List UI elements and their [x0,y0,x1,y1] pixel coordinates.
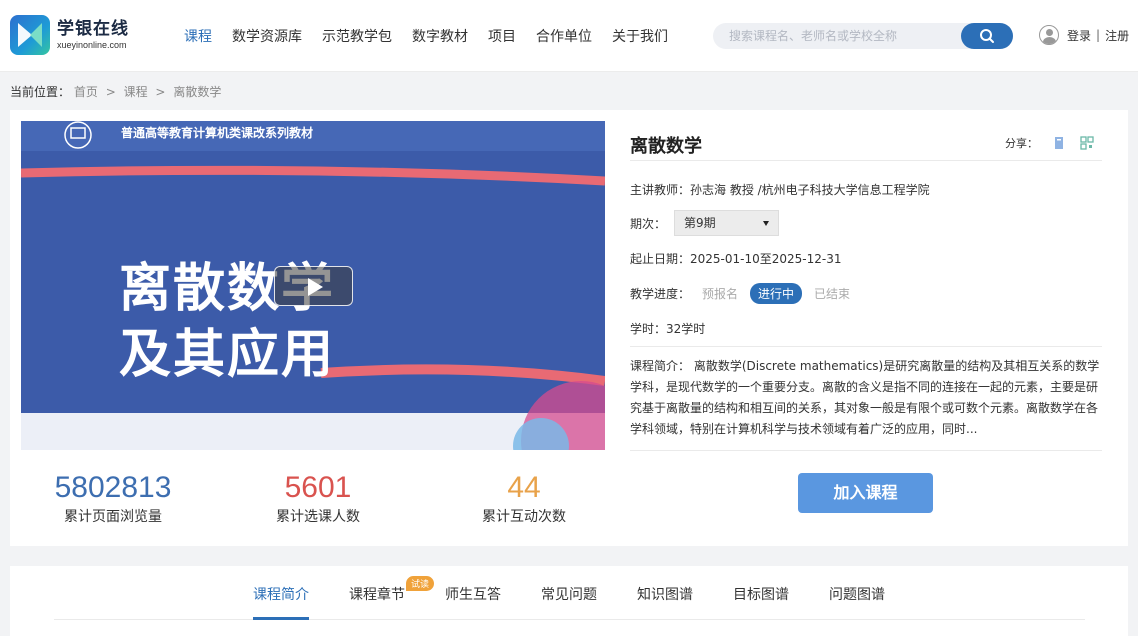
stat-label: 累计选课人数 [276,509,360,525]
search-input[interactable] [729,23,969,49]
course-title: 离散数学 [630,136,702,157]
qrcode-icon[interactable] [1080,136,1094,150]
stat-label: 累计页面浏览量 [64,509,162,525]
course-tabs-card: 课程简介 课程章节 试读 师生互答 常见问题 知识图谱 目标图谱 问题图谱 [10,566,1128,636]
nav-item-teaching-packages[interactable]: 示范教学包 [322,26,392,46]
title-row: 离散数学 分享： [630,129,1102,161]
period-row: 期次： 第9期 [630,210,780,236]
course-teacher: 主讲教师：孙志海 教授 /杭州电子科技大学信息工程学院 [630,183,930,197]
logo-mark-icon [10,15,50,55]
stat-value: 5802813 [54,471,172,504]
tabs-divider [54,619,1085,620]
progress-in-progress: 进行中 [750,283,803,304]
tab-knowledge-graph[interactable]: 知识图谱 [637,584,693,604]
logo-domain: xueyinonline.com [57,40,127,50]
share-bar: 分享： [1005,135,1094,151]
trial-badge: 试读 [406,576,435,591]
search-button[interactable] [961,23,1013,49]
breadcrumb-current: 离散数学 [173,85,222,99]
period-label: 期次： [630,216,667,231]
cover-banner-text: 普通高等教育计算机类课改系列教材 [121,126,314,140]
active-tab-indicator [253,617,309,620]
period-select[interactable]: 第9期 [674,210,780,236]
course-tabs: 课程简介 课程章节 试读 师生互答 常见问题 知识图谱 目标图谱 问题图谱 [10,566,1128,622]
register-link[interactable]: 注册 [1105,27,1129,44]
course-hours: 学时：32学时 [630,322,706,336]
course-dates: 起止日期：2025-01-10至2025-12-31 [630,252,842,266]
progress-row: 教学进度： 预报名 进行中 已结束 [630,283,850,304]
stat-enrollments: 5601 累计选课人数 [218,468,418,526]
login-separator: | [1096,28,1101,42]
nav-item-partners[interactable]: 合作单位 [536,26,592,46]
nav-item-projects[interactable]: 项目 [488,26,516,46]
nav-item-math-resources[interactable]: 数学资源库 [232,26,302,46]
breadcrumb-home[interactable]: 首页 [74,85,98,99]
progress-ended: 已结束 [814,287,851,301]
cover-title-line2: 及其应用 [119,325,336,385]
nav-item-digital-textbooks[interactable]: 数字教材 [412,26,468,46]
tab-course-chapters[interactable]: 课程章节 [349,584,405,604]
avatar-icon[interactable] [1039,25,1059,45]
tab-faq[interactable]: 常见问题 [541,584,597,604]
breadcrumb-label: 当前位置： [10,85,71,99]
share-label: 分享： [1005,137,1038,150]
breadcrumb: 当前位置： 首页 > 课程 > 离散数学 [10,83,221,100]
search-bar [713,23,1013,49]
period-value: 第9期 [684,216,716,230]
tab-problem-graph[interactable]: 问题图谱 [829,584,885,604]
search-icon [980,29,994,43]
login-link[interactable]: 登录 [1067,27,1091,44]
logo-title: 学银在线 [57,19,129,39]
breadcrumb-courses[interactable]: 课程 [124,85,148,99]
stat-value: 44 [507,471,541,504]
site-logo[interactable]: 学银在线 xueyinonline.com [10,15,129,55]
top-header: 学银在线 xueyinonline.com 课程 数学资源库 示范教学包 数字教… [0,0,1138,72]
tab-qa[interactable]: 师生互答 [445,584,501,604]
join-course-button[interactable]: 加入课程 [798,473,933,513]
user-area: 登录 | 注册 [1039,25,1129,45]
progress-label: 教学进度： [630,287,691,301]
nav-item-about[interactable]: 关于我们 [612,26,668,46]
stat-interactions: 44 累计互动次数 [424,468,624,526]
course-card: 普通高等教育计算机类课改系列教材 离散数学 及其应用 5802813 累计页面浏… [10,110,1128,546]
stat-value: 5601 [284,471,352,504]
breadcrumb-separator: > [155,85,166,99]
progress-pre-enroll: 预报名 [702,287,739,301]
play-icon[interactable] [274,266,353,306]
tab-goal-graph[interactable]: 目标图谱 [733,584,789,604]
course-cover-video[interactable]: 普通高等教育计算机类课改系列教材 离散数学 及其应用 [21,121,605,450]
stat-page-views: 5802813 累计页面浏览量 [13,468,213,526]
main-nav: 课程 数学资源库 示范教学包 数字教材 项目 合作单位 关于我们 [184,0,688,72]
nav-item-courses[interactable]: 课程 [184,26,212,46]
course-stats: 5802813 累计页面浏览量 5601 累计选课人数 44 累计互动次数 [21,460,605,540]
bookmark-icon[interactable] [1052,136,1066,150]
breadcrumb-separator: > [105,85,116,99]
tab-course-intro[interactable]: 课程简介 [253,584,309,604]
course-description: 课程简介： 离散数学(Discrete mathematics)是研究离散量的结… [630,346,1102,451]
stat-label: 累计互动次数 [482,509,566,525]
